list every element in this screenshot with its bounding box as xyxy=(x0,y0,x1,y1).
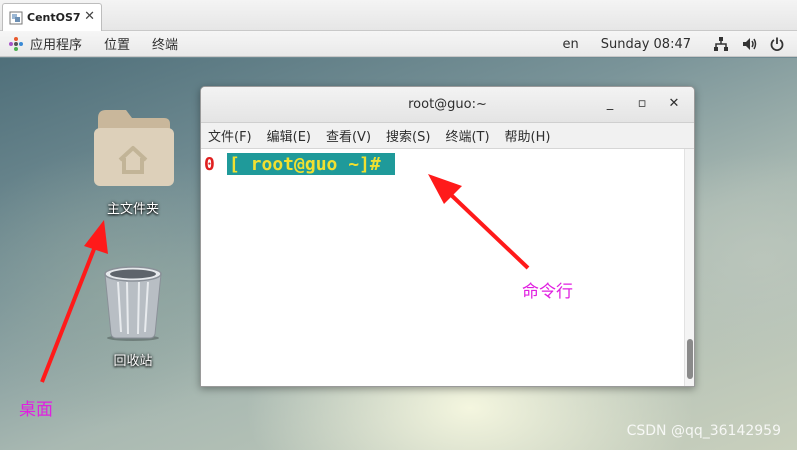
close-button[interactable]: ✕ xyxy=(666,96,682,112)
volume-icon[interactable] xyxy=(741,36,757,52)
menu-view[interactable]: 查看(V) xyxy=(326,126,371,145)
window-title: root@guo:~ xyxy=(408,97,487,112)
scrollbar-thumb[interactable] xyxy=(687,339,693,379)
panel-menu-applications[interactable]: 应用程序 xyxy=(30,34,82,53)
power-icon[interactable] xyxy=(769,36,785,52)
applications-icon[interactable] xyxy=(8,36,24,52)
desktop-icon-trash[interactable]: 回收站 xyxy=(78,262,188,369)
vm-tab-centos7[interactable]: CentOS7 ✕ xyxy=(2,3,102,31)
terminal-menubar: 文件(F) 编辑(E) 查看(V) 搜索(S) 终端(T) 帮助(H) xyxy=(201,123,694,149)
menu-file[interactable]: 文件(F) xyxy=(208,126,252,145)
desktop-icon-label: 回收站 xyxy=(113,354,153,369)
terminal-window[interactable]: root@guo:~ _ ▫ ✕ 文件(F) 编辑(E) 查看(V) 搜索(S)… xyxy=(200,86,695,387)
network-icon[interactable] xyxy=(713,36,729,52)
watermark: CSDN @qq_36142959 xyxy=(626,423,781,439)
shell-prompt: [ root@guo ~]# xyxy=(227,153,395,175)
terminal-titlebar[interactable]: root@guo:~ _ ▫ ✕ xyxy=(201,87,694,123)
close-icon[interactable]: ✕ xyxy=(84,9,95,24)
annotation-label-desktop: 桌面 xyxy=(19,400,53,420)
top-panel: 应用程序 位置 终端 en Sunday 08:47 xyxy=(0,31,797,57)
minimize-button[interactable]: _ xyxy=(602,96,618,112)
menu-edit[interactable]: 编辑(E) xyxy=(267,126,311,145)
maximize-button[interactable]: ▫ xyxy=(634,96,650,112)
vm-icon xyxy=(9,11,23,24)
terminal-output[interactable]: 0 [ root@guo ~]# xyxy=(201,149,694,386)
trash-icon xyxy=(104,266,162,341)
menu-search[interactable]: 搜索(S) xyxy=(386,126,430,145)
menu-help[interactable]: 帮助(H) xyxy=(505,126,551,145)
keyboard-layout-indicator[interactable]: en xyxy=(563,37,579,52)
vm-tab-bar: CentOS7 ✕ xyxy=(0,0,797,31)
panel-menu-places[interactable]: 位置 xyxy=(104,34,130,53)
home-folder-icon xyxy=(94,110,174,186)
panel-clock[interactable]: Sunday 08:47 xyxy=(601,37,691,52)
desktop-icon-label: 主文件夹 xyxy=(106,202,159,217)
annotation-label-command-line: 命令行 xyxy=(522,282,573,302)
menu-terminal[interactable]: 终端(T) xyxy=(445,126,489,145)
scrollbar[interactable] xyxy=(684,149,694,386)
desktop-icon-home[interactable]: 主文件夹 xyxy=(78,104,188,217)
panel-menu-terminal[interactable]: 终端 xyxy=(152,34,178,53)
vm-tab-label: CentOS7 xyxy=(27,11,81,24)
prompt-line: 0 [ root@guo ~]# xyxy=(202,153,395,175)
prompt-prefix: 0 xyxy=(204,153,215,175)
